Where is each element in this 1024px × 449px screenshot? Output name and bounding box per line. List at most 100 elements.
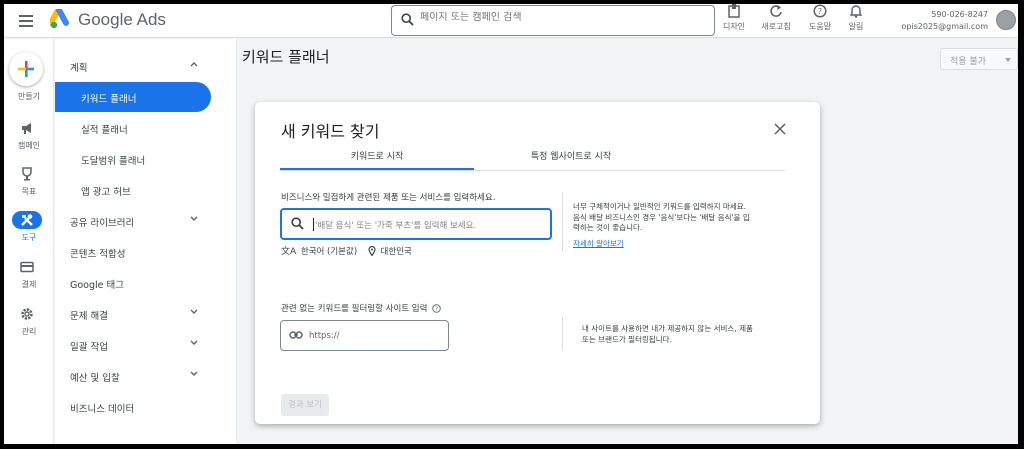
chevron-down-icon [190, 309, 198, 314]
site-tip-line: 내 사이트를 사용하면 내가 제공하지 않는 서비스, 제품 [582, 324, 753, 333]
sidebar-item-label: Google 태그 [70, 280, 125, 291]
site-url-input[interactable]: https:// [280, 320, 449, 351]
design-label: 디자인 [722, 22, 746, 31]
rail-label-billing: 결제 [21, 280, 37, 289]
sidebar-item-label: 문제 해결 [70, 311, 108, 322]
status-select-value: 적용 불가 [950, 57, 986, 67]
chevron-down-icon [190, 371, 198, 376]
sidebar-item-label: 비즈니스 데이터 [70, 404, 135, 415]
search-input[interactable] [420, 12, 700, 23]
rail-item-billing[interactable]: 결제 [4, 260, 54, 300]
sidebar-item-label: 앱 광고 허브 [81, 187, 131, 198]
sidebar-item-label: 일괄 작업 [70, 342, 108, 353]
trophy-icon [22, 167, 32, 181]
learn-more-link[interactable]: 자세히 알아보기 [573, 238, 624, 249]
rail-item-goals[interactable]: 목표 [4, 167, 54, 207]
refresh-label: 새로고침 [761, 22, 791, 31]
refresh-button[interactable]: 새로고침 [756, 4, 796, 32]
app-window: Google Ads 디자인 새로고침 ? [4, 4, 1018, 444]
help-icon: ? [813, 4, 827, 18]
link-icon [289, 331, 303, 339]
sidebar-item-label: 공유 라이브러리 [70, 218, 135, 229]
dialog-title: 새 키워드 찾기 [281, 122, 380, 141]
sidebar-item-label: 콘텐츠 적합성 [70, 249, 126, 260]
tab-label: 키워드로 시작 [350, 152, 404, 162]
account-email: opis2025@gmail.com [901, 22, 988, 31]
sidebar-item-app-ads-hub[interactable]: 앱 광고 허브 [55, 175, 237, 205]
avatar[interactable] [996, 10, 1016, 30]
sidebar-item-planning[interactable]: 계획 [55, 51, 237, 81]
refresh-icon [770, 5, 782, 17]
sidebar-item-reach-planner[interactable]: 도달범위 플래너 [55, 144, 237, 174]
design-button[interactable]: 디자인 [719, 4, 749, 32]
rail-item-campaigns[interactable]: 캠페인 [4, 121, 54, 161]
rail-label-campaigns: 캠페인 [17, 141, 41, 150]
sidebar-item-troubleshooting[interactable]: 문제 해결 [55, 299, 237, 329]
sidebar-item-label: 도달범위 플래너 [81, 156, 146, 167]
keyword-tip-line: 음식 배달 비즈니스인 경우 '음식'보다는 '배달 음식'을 입 [573, 212, 750, 222]
create-label: 만들기 [17, 92, 41, 101]
rail-item-tools[interactable]: 도구 [4, 211, 54, 253]
rail-label-goals: 목표 [21, 187, 37, 196]
sidebar-item-business-data[interactable]: 비즈니스 데이터 [55, 392, 237, 422]
tools-icon [21, 214, 33, 226]
notifications-button[interactable]: 알림 [842, 4, 870, 32]
keyword-placeholder: '배달 음식' 또는 '가죽 부츠'를 입력해 보세요. [315, 221, 477, 231]
sidebar-item-budgets-bidding[interactable]: 예산 및 입찰 [55, 361, 237, 391]
sidebar-item-label: 계획 [70, 63, 88, 74]
megaphone-icon [22, 123, 31, 134]
sidebar-item-label: 실적 플래너 [81, 125, 128, 136]
chevron-down-icon [190, 216, 198, 221]
svg-text:?: ? [435, 307, 438, 313]
vertical-divider [562, 316, 563, 350]
sidebar-item-label: 키워드 플래너 [81, 94, 137, 105]
notifications-label: 알림 [848, 22, 864, 31]
create-button[interactable] [9, 52, 43, 86]
tab-divider [280, 170, 785, 171]
rail-item-admin[interactable]: 관리 [4, 307, 54, 347]
new-keywords-dialog: 새 키워드 찾기 키워드로 시작 특정 웹사이트로 시작 비즈니스와 밀접하게 … [255, 102, 820, 424]
site-url-value: https:// [309, 331, 340, 341]
text-caret [313, 218, 314, 231]
account-info[interactable]: 590-026-8247 opis2025@gmail.com [901, 9, 988, 33]
language-location-row: 文A 한국어 (기본값) 대한민국 [281, 244, 412, 257]
keyword-tip: 너무 구체적이거나 일반적인 키워드를 입력하지 마세요. 음식 배달 비즈니스… [573, 202, 783, 234]
sidebar-item-content-suitability[interactable]: 콘텐츠 적합성 [55, 237, 237, 267]
sidebar-item-google-tag[interactable]: Google 태그 [55, 268, 237, 298]
chevron-up-icon [190, 62, 198, 67]
sidebar-item-shared-library[interactable]: 공유 라이브러리 [55, 206, 237, 236]
site-filter-label-text: 관련 없는 키워드를 필터링할 사이트 입력 [281, 304, 428, 314]
location-selector[interactable]: 대한민국 [381, 245, 412, 257]
help-icon[interactable]: ? [432, 304, 441, 313]
status-select[interactable]: 적용 불가 [940, 48, 1018, 70]
sidebar-item-keyword-planner[interactable]: 키워드 플래너 [55, 82, 211, 112]
google-ads-logo [50, 9, 69, 29]
bell-icon [850, 5, 862, 18]
gear-icon [21, 308, 33, 320]
keyword-input[interactable]: '배달 음식' 또는 '가죽 부츠'를 입력해 보세요. [280, 208, 552, 240]
menu-icon[interactable] [17, 12, 37, 30]
dropdown-arrow-icon [1005, 58, 1011, 62]
rail-label-tools: 도구 [21, 233, 37, 242]
top-bar: Google Ads 디자인 새로고침 ? [4, 4, 1018, 38]
design-icon [728, 4, 740, 18]
rail-label-admin: 관리 [21, 327, 37, 336]
vertical-divider [562, 192, 563, 252]
get-results-button[interactable]: 결과 보기 [281, 394, 329, 416]
tab-start-with-keywords[interactable]: 키워드로 시작 [280, 146, 474, 170]
language-selector[interactable]: 한국어 (기본값) [301, 245, 357, 257]
translate-icon: 文A [281, 247, 297, 257]
keyword-tip-line: 너무 구체적이거나 일반적인 키워드를 입력하지 마세요. [573, 202, 747, 211]
close-icon[interactable] [773, 122, 787, 136]
search-box[interactable] [391, 5, 715, 36]
help-button[interactable]: ? 도움말 [802, 4, 838, 32]
tab-label: 특정 웹사이트로 시작 [530, 152, 612, 162]
site-tip: 내 사이트를 사용하면 내가 제공하지 않는 서비스, 제품 또는 브랜드가 필… [582, 324, 782, 345]
keyword-tip-line: 력하는 것이 좋습니다. [573, 223, 643, 232]
help-label: 도움말 [808, 22, 832, 31]
plus-icon [18, 61, 34, 77]
sidebar-item-performance-planner[interactable]: 실적 플래너 [55, 113, 237, 143]
site-tip-line: 또는 브랜드가 필터링됩니다. [582, 334, 672, 344]
sidebar-item-bulk-actions[interactable]: 일괄 작업 [55, 330, 237, 360]
tab-start-with-website[interactable]: 특정 웹사이트로 시작 [474, 146, 668, 170]
